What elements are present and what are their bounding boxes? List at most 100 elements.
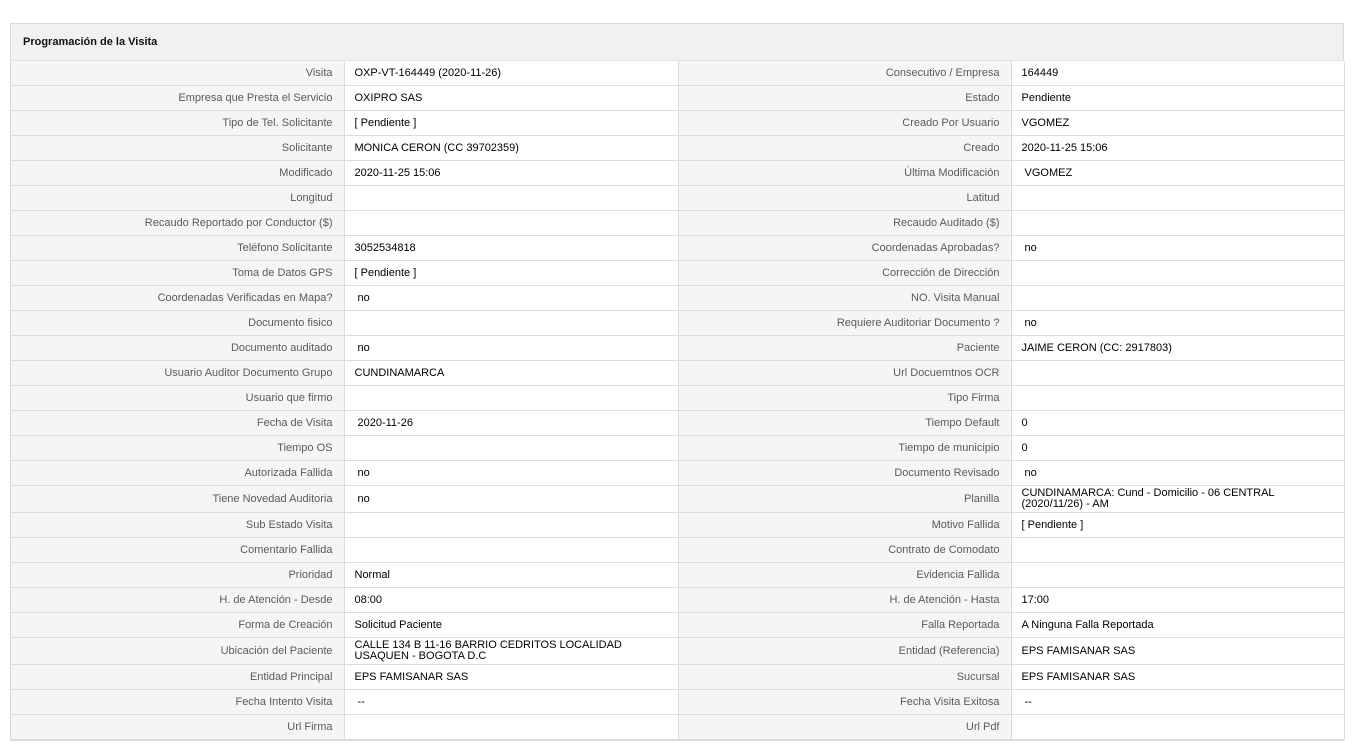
table-row: Tipo de Tel. Solicitante[ Pendiente ] Cre… — [11, 110, 1345, 136]
section-title: Programación de la Visita — [11, 24, 1343, 61]
field-value-comentario-fallida — [343, 537, 679, 563]
field-label-fecha-intento-visita: Fecha Intento Visita — [11, 689, 345, 715]
field-value-tiempo-os — [343, 435, 679, 461]
field-label-recaudo-auditado: Recaudo Auditado ($) — [677, 210, 1012, 236]
field-label-paciente: Paciente — [677, 335, 1012, 361]
field-label-documento-auditado: Documento auditado — [11, 335, 345, 361]
field-label-planilla: Planilla — [677, 485, 1012, 513]
field-label-tiempo-os: Tiempo OS — [11, 435, 345, 461]
visit-details-table: Visita OXP-VT-164449 (2020-11-26) Consecut… — [11, 61, 1345, 740]
table-row: Url Firma Url Pdf — [11, 714, 1345, 740]
table-row: Toma de Datos GPS[ Pendiente ] Corrección… — [11, 260, 1345, 286]
field-label-tipo-firma: Tipo Firma — [677, 385, 1012, 411]
field-label-h-de-atencion-hasta: H. de Atención - Hasta — [677, 587, 1012, 613]
field-value-telefono-solicitante: 3052534818 — [343, 235, 679, 261]
table-row: Comentario Fallida Contrato de Comodato — [11, 537, 1345, 563]
table-row: Usuario Auditor Documento Grupo CUNDINAMA… — [11, 360, 1345, 386]
field-value-documento-auditado: no — [343, 335, 679, 361]
field-label-no-visita-manual: NO. Visita Manual — [677, 285, 1012, 311]
field-value-planilla: CUNDINAMARCA: Cund - Domicilio - 06 CENT… — [1010, 485, 1345, 513]
field-label-forma-de-creacion: Forma de Creación — [11, 612, 345, 638]
table-row: Sub Estado Visita Motivo Fallida[ Pendien… — [11, 512, 1345, 538]
table-row: Teléfono Solicitante 3052534818 Coordenada… — [11, 235, 1345, 261]
field-value-forma-de-creacion: Solicitud Paciente — [343, 612, 679, 638]
table-row: Fecha de Visita 2020-11-26 Tiempo Default 0 — [11, 410, 1345, 436]
table-row: Longitud Latitud — [11, 185, 1345, 211]
field-label-ultima-modificacion: Última Modificación — [677, 160, 1012, 186]
field-value-entidad-referencia: EPS FAMISANAR SAS — [1010, 637, 1345, 665]
field-value-autorizada-fallida: no — [343, 460, 679, 486]
field-value-url-pdf — [1010, 714, 1345, 740]
table-row: Solicitante MONICA CERON (CC 39702359) Cre… — [11, 135, 1345, 161]
field-value-solicitante: MONICA CERON (CC 39702359) — [343, 135, 679, 161]
field-value-url-firma — [343, 714, 679, 740]
field-value-evidencia-fallida — [1010, 562, 1345, 588]
field-value-modificado: 2020-11-25 15:06 — [343, 160, 679, 186]
field-value-fecha-de-visita: 2020-11-26 — [343, 410, 679, 436]
field-label-prioridad: Prioridad — [11, 562, 345, 588]
field-value-tipo-de-tel-solicitante: [ Pendiente ] — [343, 110, 679, 136]
field-value-coordenadas-verificadas-en-mapa: no — [343, 285, 679, 311]
field-label-sucursal: Sucursal — [677, 664, 1012, 690]
field-label-consecutivo-empresa: Consecutivo / Empresa — [677, 61, 1012, 86]
field-value-fecha-intento-visita: -- — [343, 689, 679, 715]
field-label-longitud: Longitud — [11, 185, 345, 211]
table-row: Recaudo Reportado por Conductor ($) Recau… — [11, 210, 1345, 236]
field-value-ubicacion-del-paciente: CALLE 134 B 11-16 BARRIO CEDRITOS LOCALI… — [343, 637, 679, 665]
table-row: Modificado 2020-11-25 15:06 Última Modific… — [11, 160, 1345, 186]
field-value-visita: OXP-VT-164449 (2020-11-26) — [343, 61, 679, 86]
table-row: Entidad Principal EPS FAMISANAR SAS Sucurs… — [11, 664, 1345, 690]
table-row: Forma de Creación Solicitud Paciente Falla… — [11, 612, 1345, 638]
field-value-sub-estado-visita — [343, 512, 679, 538]
field-label-solicitante: Solicitante — [11, 135, 345, 161]
field-label-documento-fisico: Documento fisico — [11, 310, 345, 336]
field-label-latitud: Latitud — [677, 185, 1012, 211]
field-value-entidad-principal: EPS FAMISANAR SAS — [343, 664, 679, 690]
field-label-estado: Estado — [677, 85, 1012, 111]
field-value-h-de-atencion-hasta: 17:00 — [1010, 587, 1345, 613]
field-value-recaudo-reportado-por-conductor — [343, 210, 679, 236]
field-label-entidad-principal: Entidad Principal — [11, 664, 345, 690]
field-label-evidencia-fallida: Evidencia Fallida — [677, 562, 1012, 588]
field-value-ultima-modificacion: VGOMEZ — [1010, 160, 1345, 186]
field-value-longitud — [343, 185, 679, 211]
field-label-url-firma: Url Firma — [11, 714, 345, 740]
table-row: Autorizada Fallida no Documento Revisado no — [11, 460, 1345, 486]
field-label-ubicacion-del-paciente: Ubicación del Paciente — [11, 637, 345, 665]
field-label-recaudo-reportado-por-conductor: Recaudo Reportado por Conductor ($) — [11, 210, 345, 236]
field-value-url-docuemtnos-ocr — [1010, 360, 1345, 386]
table-row: Tiene Novedad Auditoria no Planilla CUNDINA… — [11, 485, 1345, 513]
field-label-motivo-fallida: Motivo Fallida — [677, 512, 1012, 538]
field-label-usuario-que-firmo: Usuario que firmo — [11, 385, 345, 411]
field-label-entidad-referencia: Entidad (Referencia) — [677, 637, 1012, 665]
field-label-autorizada-fallida: Autorizada Fallida — [11, 460, 345, 486]
field-value-consecutivo-empresa: 164449 — [1010, 61, 1345, 86]
table-row: H. de Atención - Desde 08:00 H. de Atenció… — [11, 587, 1345, 613]
field-value-correccion-de-direccion — [1010, 260, 1345, 286]
table-row: Documento auditado no Paciente JAIME CERON … — [11, 335, 1345, 361]
field-value-motivo-fallida: [ Pendiente ] — [1010, 512, 1345, 538]
field-label-tiempo-default: Tiempo Default — [677, 410, 1012, 436]
field-value-h-de-atencion-desde: 08:00 — [343, 587, 679, 613]
field-value-recaudo-auditado — [1010, 210, 1345, 236]
field-label-comentario-fallida: Comentario Fallida — [11, 537, 345, 563]
table-row: Usuario que firmo Tipo Firma — [11, 385, 1345, 411]
field-value-toma-de-datos-gps: [ Pendiente ] — [343, 260, 679, 286]
field-label-documento-revisado: Documento Revisado — [677, 460, 1012, 486]
field-label-toma-de-datos-gps: Toma de Datos GPS — [11, 260, 345, 286]
field-value-tiempo-default: 0 — [1010, 410, 1345, 436]
field-label-sub-estado-visita: Sub Estado Visita — [11, 512, 345, 538]
table-row: Empresa que Presta el Servicio OXIPRO SAS… — [11, 85, 1345, 111]
field-value-requiere-auditoriar-documento: no — [1010, 310, 1345, 336]
field-value-usuario-que-firmo — [343, 385, 679, 411]
field-value-no-visita-manual — [1010, 285, 1345, 311]
field-label-coordenadas-aprobadas: Coordenadas Aprobadas? — [677, 235, 1012, 261]
table-row: Visita OXP-VT-164449 (2020-11-26) Consecut… — [11, 61, 1345, 86]
field-value-documento-fisico — [343, 310, 679, 336]
field-label-creado-por-usuario: Creado Por Usuario — [677, 110, 1012, 136]
field-label-h-de-atencion-desde: H. de Atención - Desde — [11, 587, 345, 613]
table-row: Ubicación del Paciente CALLE 134 B 11-16 … — [11, 637, 1345, 665]
field-label-visita: Visita — [11, 61, 345, 86]
field-label-fecha-de-visita: Fecha de Visita — [11, 410, 345, 436]
field-value-tipo-firma — [1010, 385, 1345, 411]
